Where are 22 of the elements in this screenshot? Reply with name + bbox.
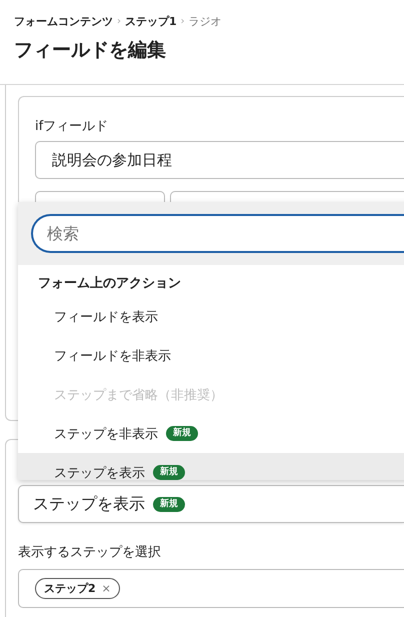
step-multiselect[interactable]: ステップ2 × bbox=[18, 569, 404, 608]
action-select[interactable]: ステップを表示 新規 bbox=[18, 485, 404, 523]
menu-option[interactable]: ステップを非表示 新規 bbox=[18, 414, 404, 453]
chip-label: ステップ2 bbox=[44, 581, 96, 596]
new-badge: 新規 bbox=[166, 426, 198, 441]
menu-option[interactable]: ステップを表示 新規 bbox=[18, 453, 404, 480]
menu-option[interactable]: フィールドを非表示 bbox=[18, 336, 404, 375]
breadcrumb-separator: › bbox=[117, 16, 121, 27]
remove-icon[interactable]: × bbox=[102, 582, 111, 595]
menu-option[interactable]: フィールドを表示 bbox=[18, 297, 404, 336]
breadcrumb-link[interactable]: ステップ1 bbox=[125, 14, 177, 29]
field-label: ifフィールド bbox=[35, 118, 110, 135]
new-badge: 新規 bbox=[153, 496, 185, 512]
breadcrumb-separator: › bbox=[180, 16, 185, 27]
field-label: 表示するステップを選択 bbox=[18, 544, 162, 561]
new-badge: 新規 bbox=[153, 465, 185, 480]
breadcrumb-link[interactable]: フォームコンテンツ bbox=[14, 14, 113, 29]
current-page-label: ラジオ bbox=[188, 14, 222, 29]
page-title: フィールドを編集 bbox=[14, 38, 167, 63]
if-field-select[interactable]: 説明会の参加日程 bbox=[35, 141, 404, 179]
group-heading: フォーム上のアクション bbox=[37, 275, 182, 293]
search-field[interactable]: 検索 bbox=[31, 214, 404, 253]
